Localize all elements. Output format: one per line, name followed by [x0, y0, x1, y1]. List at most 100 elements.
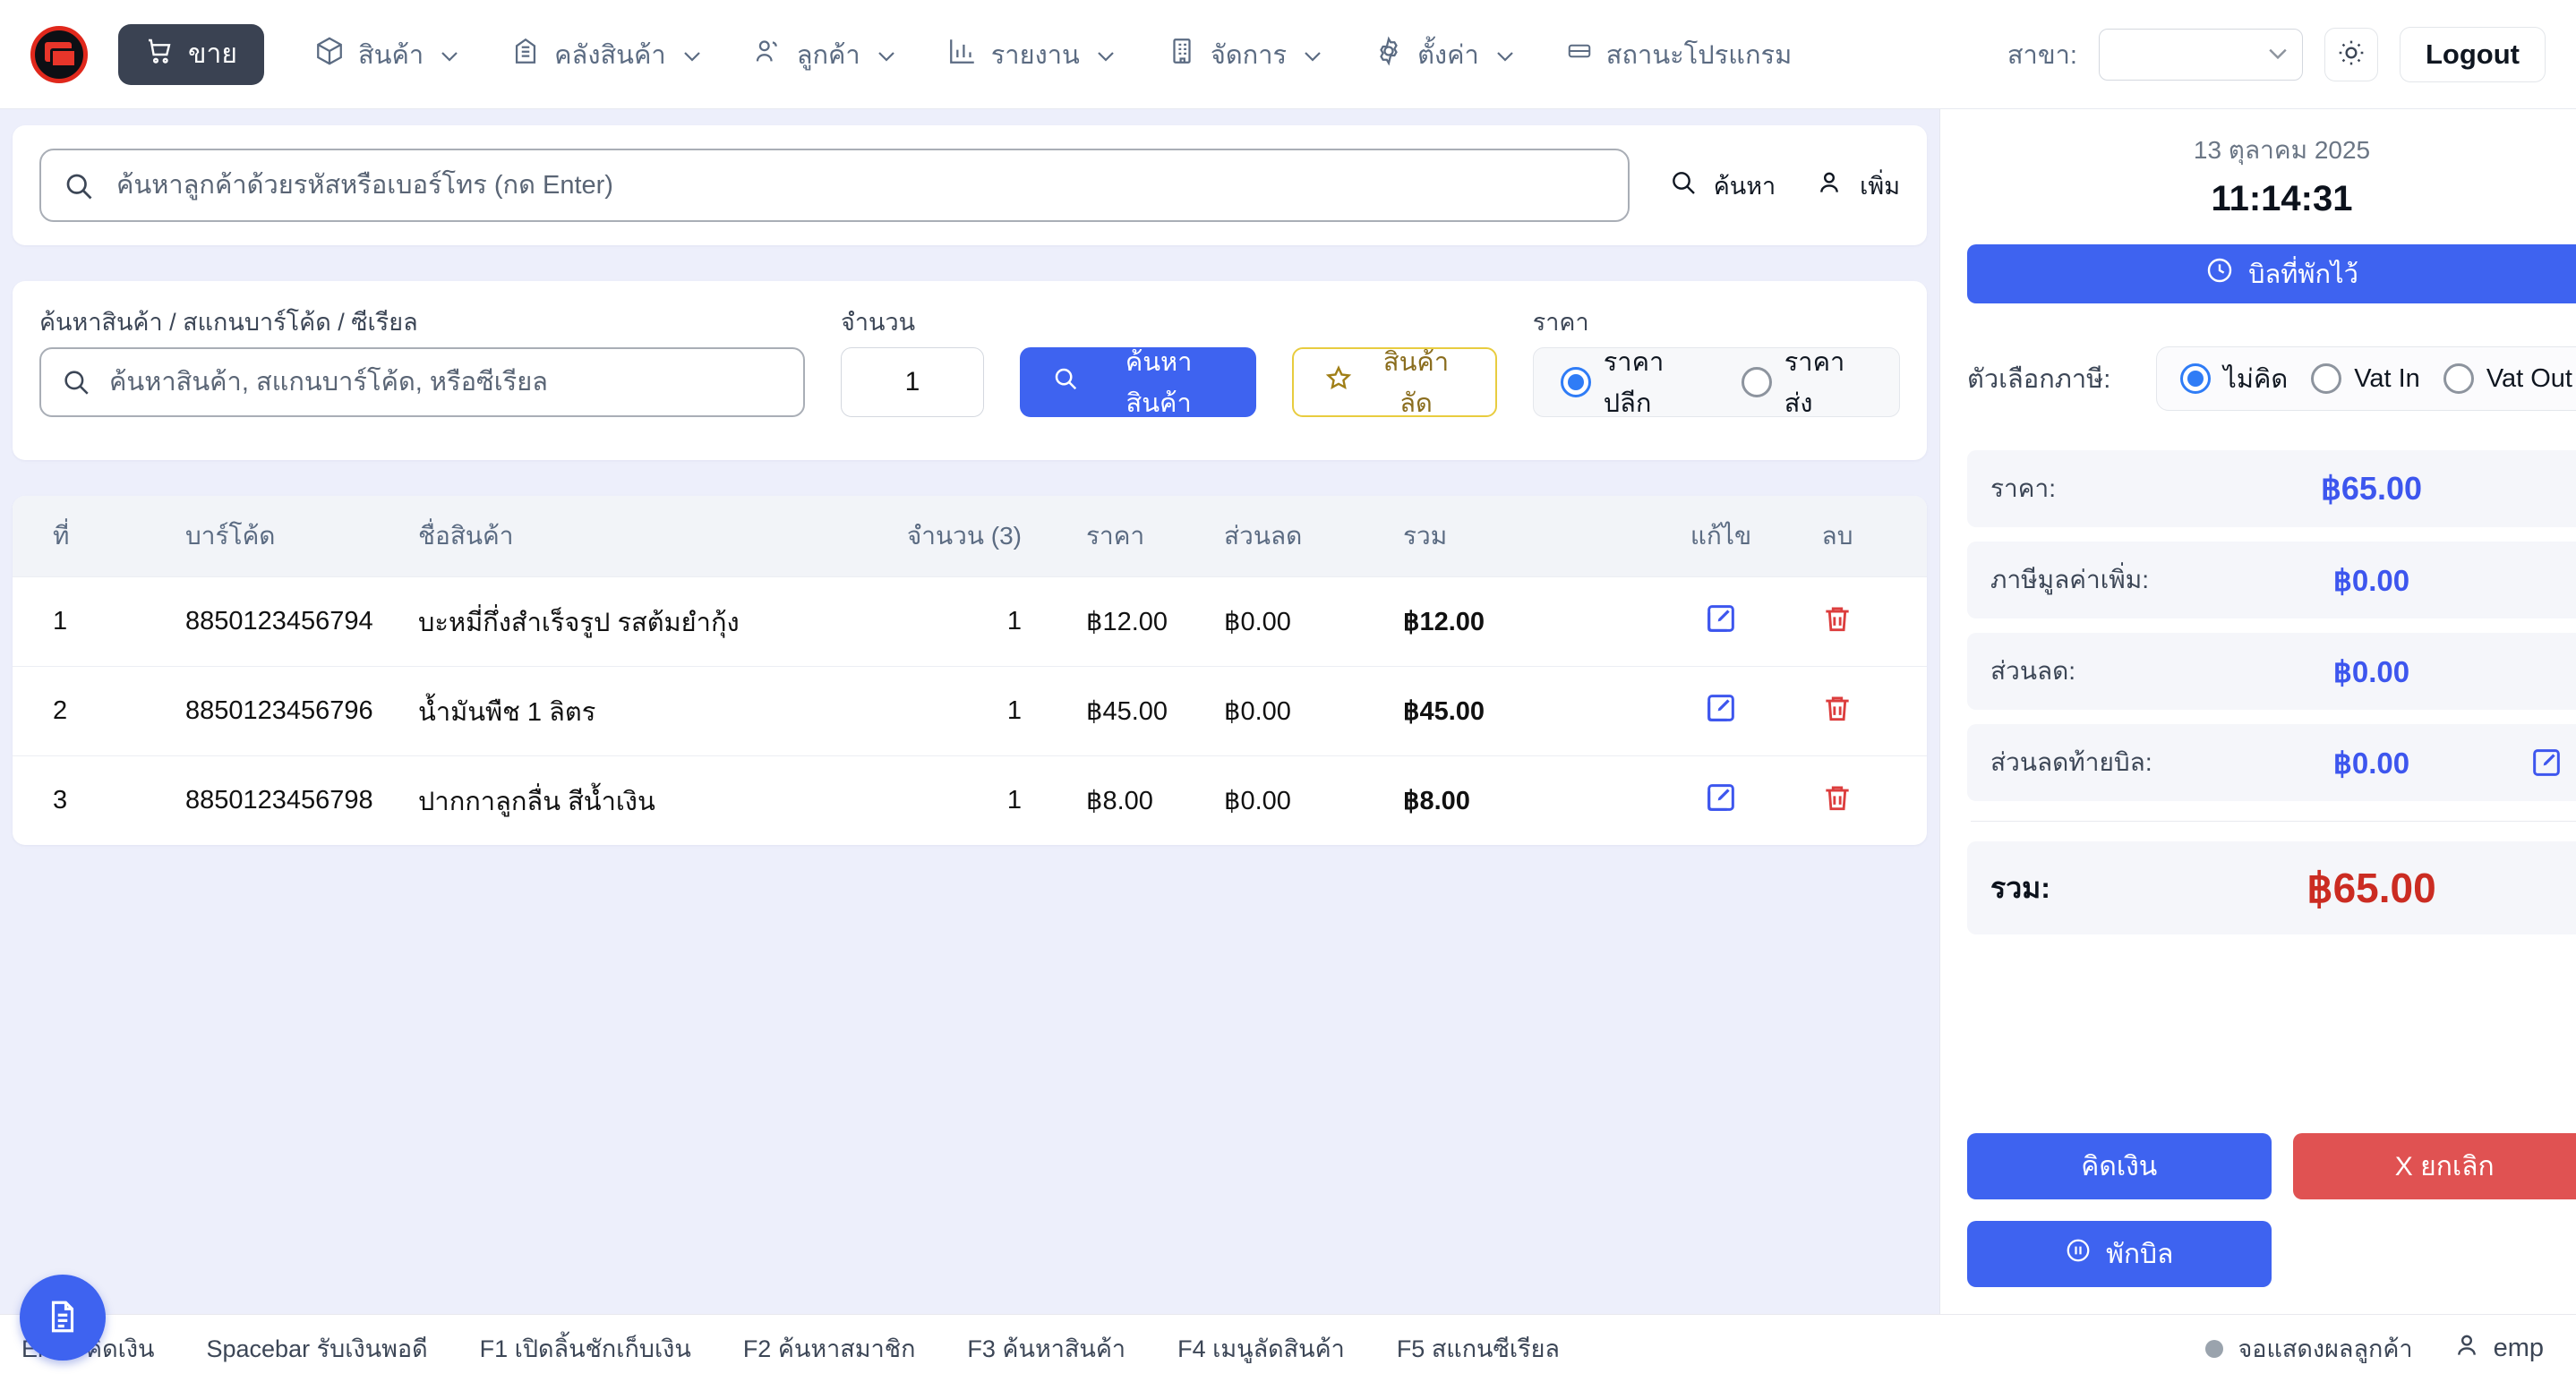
cart-table-header: ที่ บาร์โค้ด ชื่อสินค้า จำนวน (3) ราคา ส…: [13, 496, 1927, 576]
add-customer-button[interactable]: เพิ่ม: [1815, 166, 1900, 205]
summary-row-bill-discount: ส่วนลดท้ายบิล: ฿0.00: [1967, 724, 2576, 801]
hold-bill-button[interactable]: พักบิล: [1967, 1221, 2272, 1287]
menu-manage[interactable]: จัดการ: [1167, 34, 1322, 75]
customer-search-button[interactable]: ค้นหา: [1669, 166, 1776, 205]
held-bills-button[interactable]: บิลที่พักไว้: [1967, 244, 2576, 303]
row-no: 1: [53, 607, 185, 636]
quick-products-button-label: สินค้าลัด: [1367, 341, 1464, 423]
col-barcode: บาร์โค้ด: [185, 516, 418, 556]
shortcut-f5: F5 สแกนซีเรียล: [1397, 1329, 1560, 1368]
trash-icon: [1820, 601, 1854, 636]
radio-wholesale-price[interactable]: ราคาส่ง: [1742, 341, 1872, 423]
price-type-group: ราคาปลีก ราคาส่ง: [1533, 347, 1900, 417]
menu-inventory[interactable]: คลังสินค้า: [510, 34, 701, 75]
cancel-bill-button[interactable]: X ยกเลิก: [2293, 1133, 2576, 1199]
chevron-down-icon: [1496, 39, 1514, 69]
product-search-label: ค้นหาสินค้า / สแกนบาร์โค้ด / ซีเรียล: [39, 303, 805, 333]
edit-row-button[interactable]: [1703, 690, 1739, 726]
delete-row-button[interactable]: [1820, 601, 1854, 636]
row-total: ฿12.00: [1403, 606, 1654, 637]
edit-icon: [1703, 601, 1739, 636]
menu-products[interactable]: สินค้า: [314, 34, 458, 75]
theme-toggle-button[interactable]: [2324, 28, 2378, 81]
customer-search-button-label: ค้นหา: [1714, 166, 1776, 205]
document-icon: [44, 1298, 81, 1338]
row-discount: ฿0.00: [1224, 785, 1403, 816]
col-price: ราคา: [1027, 516, 1224, 556]
summary-row-total: รวม: ฿65.00: [1967, 841, 2576, 934]
chevron-down-icon: [1304, 39, 1322, 69]
sell-tab-label: ขาย: [188, 33, 237, 75]
chevron-down-icon: [441, 39, 458, 69]
logout-button[interactable]: Logout: [2400, 27, 2546, 82]
bill-actions: คิดเงิน X ยกเลิก พักบิล: [1967, 1133, 2576, 1287]
menu-settings[interactable]: ตั้งค่า: [1374, 34, 1514, 75]
edit-row-button[interactable]: [1703, 780, 1739, 815]
document-fab-button[interactable]: [20, 1275, 106, 1361]
warehouse-icon: [510, 36, 541, 73]
current-date: 13 ตุลาคม 2025: [1967, 131, 2576, 170]
chevron-down-icon: [877, 39, 895, 69]
table-row: 1 8850123456794 บะหมี่กึ่งสำเร็จรูป รสต้…: [13, 576, 1927, 666]
delete-row-button[interactable]: [1820, 691, 1854, 725]
radio-vat-in[interactable]: Vat In: [2311, 363, 2420, 394]
divider: [1971, 821, 2576, 822]
menu-label: สถานะโปรแกรม: [1606, 34, 1792, 75]
quantity-input[interactable]: [841, 347, 984, 417]
menu-customers[interactable]: ลูกค้า: [753, 34, 895, 75]
radio-off-icon: [1742, 367, 1772, 397]
product-search-wrap: [39, 347, 805, 417]
radio-on-icon: [2180, 363, 2211, 394]
summary-label: ส่วนลด:: [1990, 652, 2223, 691]
package-icon: [314, 36, 345, 73]
menu-label: รายงาน: [991, 34, 1080, 75]
radio-retail-price[interactable]: ราคาปลีก: [1561, 341, 1711, 423]
summary-row-price: ราคา: ฿65.00: [1967, 450, 2576, 527]
branch-select[interactable]: [2099, 29, 2303, 81]
summary-label: ราคา:: [1990, 469, 2223, 508]
sell-tab-button[interactable]: ขาย: [118, 24, 264, 85]
logged-in-user[interactable]: emp: [2452, 1331, 2544, 1367]
row-discount: ฿0.00: [1224, 606, 1403, 637]
row-price: ฿45.00: [1027, 695, 1224, 727]
customer-display-status[interactable]: จอแสดงผลลูกค้า: [2205, 1329, 2412, 1368]
held-bills-button-label: บิลที่พักไว้: [2248, 253, 2358, 294]
tax-options-group: ไม่คิด Vat In Vat Out: [2156, 346, 2576, 411]
product-search-card: ค้นหาสินค้า / สแกนบาร์โค้ด / ซีเรียล จำน…: [13, 281, 1927, 460]
radio-tax-none[interactable]: ไม่คิด: [2180, 358, 2288, 399]
user-label: emp: [2494, 1334, 2544, 1363]
customer-search-input[interactable]: [39, 149, 1630, 222]
menu-reports[interactable]: รายงาน: [947, 34, 1115, 75]
row-total: ฿8.00: [1403, 785, 1654, 816]
product-search-button[interactable]: ค้นหาสินค้า: [1020, 347, 1256, 417]
row-price: ฿8.00: [1027, 785, 1224, 816]
product-search-input[interactable]: [39, 347, 805, 417]
summary-row-discount: ส่วนลด: ฿0.00: [1967, 633, 2576, 710]
tax-options-row: ตัวเลือกภาษี: ไม่คิด Vat In Vat Out: [1967, 346, 2576, 411]
row-name: บะหมี่กึ่งสำเร็จรูป รสต้มยำกุ้ง: [418, 601, 893, 643]
shortcut-f2: F2 ค้นหาสมาชิก: [743, 1329, 916, 1368]
menu-program-status[interactable]: สถานะโปรแกรม: [1566, 34, 1792, 75]
summary-value: ฿65.00: [2223, 470, 2520, 508]
menu-label: จัดการ: [1211, 34, 1287, 75]
edit-icon: [1703, 690, 1739, 726]
edit-bill-discount-button[interactable]: [2520, 745, 2573, 781]
row-discount: ฿0.00: [1224, 695, 1403, 727]
summary-value: ฿0.00: [2223, 746, 2520, 781]
radio-on-icon: [1561, 367, 1591, 397]
radio-label: Vat Out: [2486, 364, 2572, 394]
quick-products-button[interactable]: สินค้าลัด: [1292, 347, 1496, 417]
customer-display-label: จอแสดงผลลูกค้า: [2238, 1329, 2412, 1368]
bill-summary-list: ราคา: ฿65.00 ภาษีมูลค่าเพิ่ม: ฿0.00 ส่วน…: [1967, 450, 2576, 934]
branch-label: สาขา:: [2007, 34, 2077, 75]
summary-value: ฿0.00: [2223, 654, 2520, 689]
delete-row-button[interactable]: [1820, 781, 1854, 815]
statusbar-right: จอแสดงผลลูกค้า emp: [2205, 1329, 2544, 1368]
checkout-button[interactable]: คิดเงิน: [1967, 1133, 2272, 1199]
radio-off-icon: [2443, 363, 2474, 394]
edit-row-button[interactable]: [1703, 601, 1739, 636]
person-icon: [2452, 1331, 2481, 1367]
radio-vat-out[interactable]: Vat Out: [2443, 363, 2572, 394]
menu-label: คลังสินค้า: [554, 34, 666, 75]
row-barcode: 8850123456794: [185, 607, 418, 636]
